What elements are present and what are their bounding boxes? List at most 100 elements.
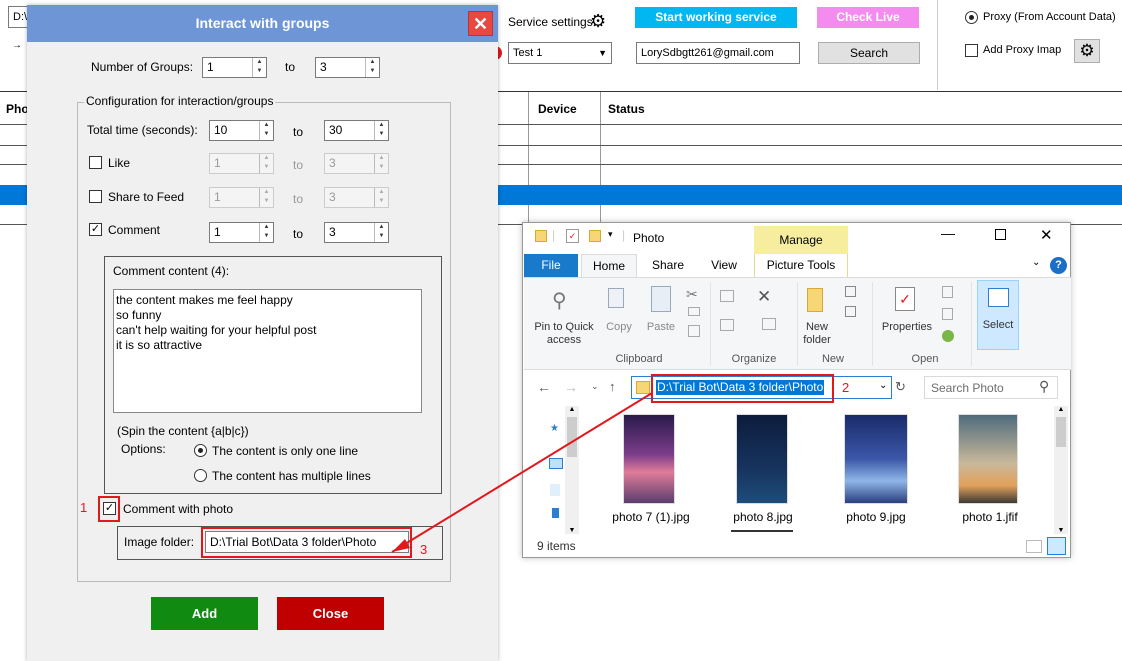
scroll-down-icon[interactable]: ▼	[565, 527, 579, 534]
edit-icon[interactable]	[942, 308, 953, 320]
open-icon[interactable]	[942, 286, 953, 298]
total-time-to-spinner[interactable]: 30 ▲ ▼	[324, 120, 389, 141]
close-icon[interactable]: ✕	[468, 11, 493, 36]
move-to-icon[interactable]	[720, 290, 734, 302]
share-to-spinner[interactable]: 3 ▲ ▼	[324, 187, 389, 208]
recent-icon[interactable]: ⌄	[591, 381, 599, 392]
share-from-spinner[interactable]: 1 ▲ ▼	[209, 187, 274, 208]
total-time-from-spinner[interactable]: 10 ▲ ▼	[209, 120, 274, 141]
content-scrollbar[interactable]: ▲ ▼	[1054, 406, 1068, 534]
new-item-icon[interactable]	[845, 286, 856, 297]
one-line-radio[interactable]	[194, 444, 207, 457]
forward-icon[interactable]: →	[564, 379, 578, 395]
scroll-up-icon[interactable]: ▲	[565, 406, 579, 413]
comment-to-spinner[interactable]: 3 ▲ ▼	[324, 222, 389, 243]
refresh-icon[interactable]: ↻	[895, 379, 906, 395]
chevron-down-icon[interactable]: ⌄	[879, 380, 887, 391]
copy-button[interactable]: Copy	[602, 321, 636, 334]
scroll-up-icon[interactable]: ▲	[1054, 406, 1068, 413]
close-icon[interactable]: ✕	[1040, 226, 1053, 244]
history-icon[interactable]	[942, 330, 954, 342]
easy-access-icon[interactable]	[845, 306, 856, 317]
manage-tab[interactable]: Manage	[754, 226, 848, 254]
nav-scrollbar[interactable]: ▲ ▼	[565, 406, 579, 534]
delete-icon[interactable]: ✕	[757, 287, 771, 307]
email-field[interactable]: LorySdbgtt261@gmail.com	[636, 42, 800, 64]
scroll-thumb[interactable]	[1056, 417, 1066, 447]
help-icon[interactable]: ?	[1050, 257, 1067, 274]
chevron-down-icon[interactable]: ⌄	[1032, 257, 1040, 268]
like-from-spinner[interactable]: 1 ▲ ▼	[209, 153, 274, 174]
tab-home[interactable]: Home	[581, 254, 637, 278]
file-name[interactable]: photo 1.jfif	[940, 510, 1040, 524]
spinner-arrows[interactable]: ▲ ▼	[252, 58, 266, 77]
tab-share[interactable]: Share	[643, 254, 693, 277]
quick-access-star-icon[interactable]: ★	[550, 423, 560, 434]
search-button[interactable]: Search	[818, 42, 920, 64]
spinner-arrows[interactable]: ▲ ▼	[374, 154, 388, 173]
network-icon[interactable]	[550, 484, 560, 496]
scroll-thumb[interactable]	[567, 417, 577, 457]
file-name[interactable]: photo 9.jpg	[826, 510, 926, 524]
spinner-arrows[interactable]: ▲ ▼	[259, 188, 273, 207]
check-live-button[interactable]: Check Live	[817, 7, 919, 28]
comment-from-spinner[interactable]: 1 ▲ ▼	[209, 222, 274, 243]
close-button[interactable]: Close	[277, 597, 384, 630]
num-groups-from-spinner[interactable]: 1 ▲ ▼	[202, 57, 267, 78]
spinner-arrows[interactable]: ▲ ▼	[259, 121, 273, 140]
file-name[interactable]: photo 8.jpg	[713, 510, 813, 524]
file-name[interactable]: photo 7 (1).jpg	[601, 510, 701, 524]
add-button[interactable]: Add	[151, 597, 258, 630]
copy-to-icon[interactable]	[720, 319, 734, 331]
paste-shortcut-icon[interactable]	[688, 325, 700, 337]
comment-checkbox[interactable]: ✓	[89, 223, 102, 236]
spinner-arrows[interactable]: ▲ ▼	[374, 223, 388, 242]
spinner-arrows[interactable]: ▲ ▼	[259, 223, 273, 242]
multi-line-radio[interactable]	[194, 469, 207, 482]
paste-button[interactable]: Paste	[642, 321, 680, 334]
rename-icon[interactable]	[762, 318, 776, 330]
drive-icon[interactable]	[552, 508, 559, 518]
start-working-button[interactable]: Start working service	[635, 7, 797, 28]
like-checkbox[interactable]	[89, 156, 102, 169]
details-view-icon[interactable]	[1026, 540, 1042, 553]
maximize-icon[interactable]	[995, 229, 1006, 240]
file-thumbnail[interactable]	[623, 414, 675, 504]
spinner-arrows[interactable]: ▲ ▼	[374, 188, 388, 207]
share-checkbox[interactable]	[89, 190, 102, 203]
comment-with-photo-checkbox[interactable]: ✓	[103, 502, 116, 515]
num-groups-to-spinner[interactable]: 3 ▲ ▼	[315, 57, 380, 78]
cut-icon[interactable]: ✂	[686, 286, 698, 303]
file-thumbnail[interactable]	[736, 414, 788, 504]
profile-select[interactable]: Test 1 ▼	[508, 42, 612, 64]
tab-picture-tools[interactable]: Picture Tools	[754, 254, 848, 277]
tab-file[interactable]: File	[524, 254, 578, 277]
this-pc-icon[interactable]	[549, 458, 563, 469]
new-folder-button[interactable]: New folder	[797, 321, 837, 347]
like-to-spinner[interactable]: 3 ▲ ▼	[324, 153, 389, 174]
minimize-icon[interactable]: —	[941, 225, 955, 241]
pin-button[interactable]: Pin to Quick access	[530, 321, 598, 347]
spinner-arrows[interactable]: ▲ ▼	[259, 154, 273, 173]
proxy-account-radio[interactable]	[965, 11, 978, 24]
properties-button[interactable]: Properties	[877, 321, 937, 334]
back-icon[interactable]: ←	[537, 379, 551, 395]
scroll-down-icon[interactable]: ▼	[1054, 527, 1068, 534]
file-thumbnail[interactable]	[958, 414, 1018, 504]
search-box[interactable]: Search Photo ⚲	[924, 376, 1058, 399]
add-proxy-checkbox[interactable]	[965, 44, 978, 57]
gear-icon[interactable]: ⚙	[590, 11, 606, 32]
select-button[interactable]: Select	[977, 280, 1019, 350]
spinner-arrows[interactable]: ▲ ▼	[365, 58, 379, 77]
comment-textarea[interactable]: the content makes me feel happy so funny…	[113, 289, 422, 413]
proxy-gear-icon[interactable]: ⚙	[1074, 39, 1100, 63]
spinner-arrows[interactable]: ▲ ▼	[374, 121, 388, 140]
large-icons-view-icon[interactable]	[1047, 537, 1066, 555]
tab-view[interactable]: View	[701, 254, 747, 277]
file-thumbnail[interactable]	[844, 414, 908, 504]
copy-path-icon[interactable]	[688, 307, 700, 316]
new-folder-qa-icon[interactable]	[589, 230, 601, 242]
up-icon[interactable]: ↑	[609, 379, 616, 394]
properties-qa-icon[interactable]: ✓	[566, 229, 579, 243]
chevron-down-icon[interactable]: ▾	[608, 229, 613, 240]
